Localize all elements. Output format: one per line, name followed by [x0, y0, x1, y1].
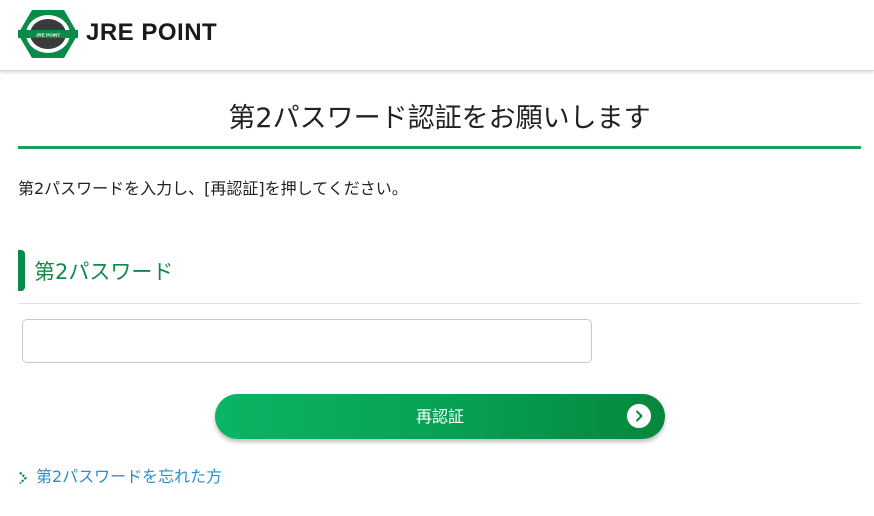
- forgot-password-link-text: 第2パスワードを忘れた方: [36, 467, 223, 486]
- logo-text: JRE POINT: [36, 33, 60, 38]
- instruction-text: 第2パスワードを入力し、[再認証]を押してください。: [18, 179, 408, 198]
- second-password-input[interactable]: [22, 319, 592, 363]
- section-accent-bar: [18, 250, 25, 291]
- chevron-right-circle-icon: [627, 404, 651, 428]
- page-title: 第2パスワード認証をお願いします: [228, 103, 651, 134]
- forgot-password-link[interactable]: 第2パスワードを忘れた方: [18, 463, 222, 487]
- section-divider: [18, 303, 861, 304]
- section-heading: 第2パスワード: [34, 260, 174, 284]
- reauth-button[interactable]: 再認証: [215, 394, 665, 439]
- site-header: JRE POINT JRE POINT: [0, 0, 874, 71]
- chevron-right-icon: [19, 471, 28, 484]
- reauth-button-label: 再認証: [415, 407, 464, 426]
- title-divider: [18, 146, 861, 149]
- jre-point-logo[interactable]: JRE POINT: [18, 8, 78, 60]
- brand-name: JRE POINT: [86, 19, 218, 46]
